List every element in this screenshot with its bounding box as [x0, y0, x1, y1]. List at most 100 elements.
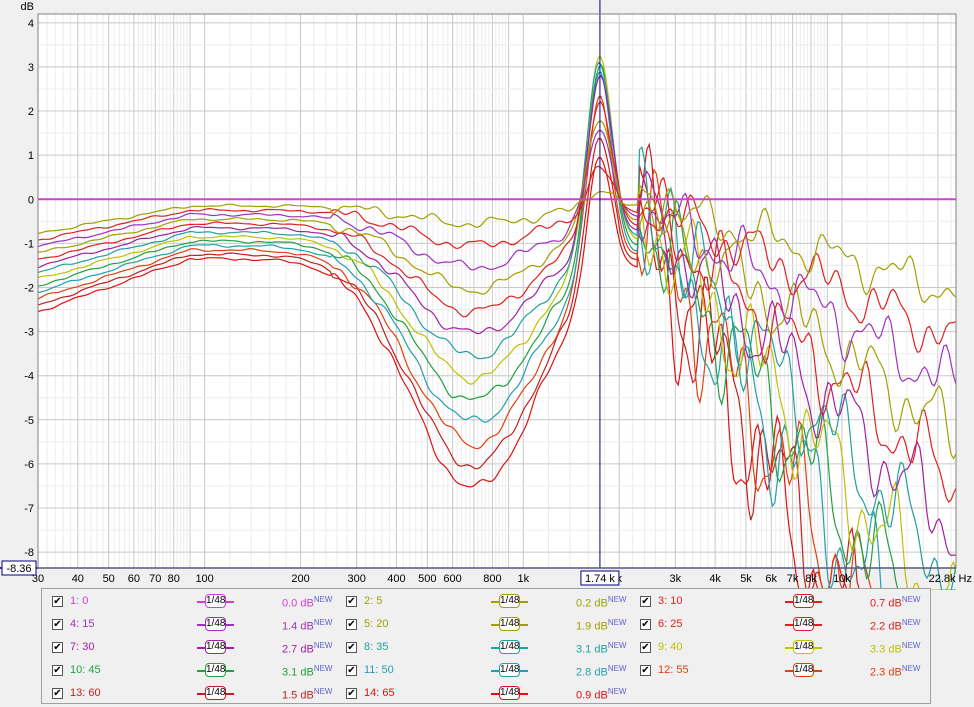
- legend-item[interactable]: ✔ 6: 25 1/48 2.2 dBNEW: [640, 615, 930, 635]
- legend-item[interactable]: ✔ 14: 65 1/48 0.9 dBNEW: [346, 684, 636, 704]
- smoothing-button[interactable]: 1/48: [783, 639, 823, 656]
- series-offset-label: 2.2 dBNEW: [870, 618, 921, 633]
- legend-line-swatch: [226, 670, 234, 672]
- smoothing-button[interactable]: 1/48: [195, 639, 235, 656]
- y-tick-label: 1: [28, 150, 34, 162]
- new-badge: NEW: [901, 664, 921, 673]
- x-tick-label: 80: [168, 573, 180, 585]
- series-offset-label: 0.0 dBNEW: [282, 595, 333, 610]
- series-checkbox[interactable]: ✔: [640, 619, 651, 630]
- legend-line-swatch: [785, 601, 793, 603]
- legend-line-swatch: [491, 601, 499, 603]
- legend-line-swatch: [491, 670, 499, 672]
- x-tick-label: 60: [128, 573, 140, 585]
- series-checkbox[interactable]: ✔: [52, 665, 63, 676]
- smoothing-button[interactable]: 1/48: [489, 662, 529, 679]
- legend-item[interactable]: ✔ 4: 15 1/48 1.4 dBNEW: [52, 615, 342, 635]
- legend-line-swatch: [226, 647, 234, 649]
- series-checkbox[interactable]: ✔: [640, 665, 651, 676]
- legend-line-swatch: [197, 647, 205, 649]
- smoothing-label: 1/48: [205, 663, 226, 677]
- series-checkbox[interactable]: ✔: [346, 665, 357, 676]
- x-tick-label: 1k: [517, 573, 529, 585]
- series-name-label: 11: 50: [364, 664, 394, 676]
- legend-item[interactable]: ✔ 9: 40 1/48 3.3 dBNEW: [640, 638, 930, 658]
- y-tick-label: 3: [28, 62, 34, 74]
- series-name-label: 4: 15: [70, 618, 95, 630]
- smoothing-button[interactable]: 1/48: [489, 616, 529, 633]
- series-offset-label: 3.3 dBNEW: [870, 641, 921, 656]
- series-offset-label: 1.5 dBNEW: [282, 687, 333, 702]
- legend-item[interactable]: ✔ 5: 20 1/48 1.9 dBNEW: [346, 615, 636, 635]
- x-tick-label: 40: [72, 573, 84, 585]
- legend-item[interactable]: ✔ 8: 35 1/48 3.1 dBNEW: [346, 638, 636, 658]
- smoothing-button[interactable]: 1/48: [489, 593, 529, 610]
- series-checkbox[interactable]: ✔: [346, 642, 357, 653]
- series-checkbox[interactable]: ✔: [640, 596, 651, 607]
- series-checkbox[interactable]: ✔: [52, 688, 63, 699]
- legend-line-swatch: [226, 693, 234, 695]
- legend-item[interactable]: ✔ 3: 10 1/48 0.7 dBNEW: [640, 592, 930, 612]
- series-name-label: 2: 5: [364, 595, 383, 607]
- x-tick-label: 200: [291, 573, 309, 585]
- legend-item[interactable]: ✔ 11: 50 1/48 2.8 dBNEW: [346, 661, 636, 681]
- series-checkbox[interactable]: ✔: [346, 596, 357, 607]
- x-tick-label: 10k: [833, 573, 851, 585]
- legend-item[interactable]: ✔ 12: 55 1/48 2.3 dBNEW: [640, 661, 930, 681]
- smoothing-label: 1/48: [499, 617, 520, 631]
- smoothing-button[interactable]: 1/48: [195, 616, 235, 633]
- y-tick-label: -6: [24, 459, 34, 471]
- legend-line-swatch: [520, 693, 528, 695]
- legend-item[interactable]: ✔ 10: 45 1/48 3.1 dBNEW: [52, 661, 342, 681]
- y-tick-label: 0: [28, 194, 34, 206]
- new-badge: NEW: [901, 641, 921, 650]
- x-tick-label: 70: [149, 573, 161, 585]
- smoothing-button[interactable]: 1/48: [195, 662, 235, 679]
- legend-line-swatch: [226, 624, 234, 626]
- y-tick-label: -2: [24, 282, 34, 294]
- legend-line-swatch: [520, 624, 528, 626]
- legend-line-swatch: [197, 624, 205, 626]
- legend-item[interactable]: ✔ 2: 5 1/48 0.2 dBNEW: [346, 592, 636, 612]
- x-tick-label: 3k: [670, 573, 682, 585]
- series-offset-label: 1.4 dBNEW: [282, 618, 333, 633]
- series-checkbox[interactable]: ✔: [52, 642, 63, 653]
- series-checkbox[interactable]: ✔: [52, 596, 63, 607]
- smoothing-button[interactable]: 1/48: [783, 616, 823, 633]
- smoothing-label: 1/48: [205, 594, 226, 608]
- smoothing-button[interactable]: 1/48: [195, 685, 235, 702]
- series-offset-label: 2.7 dBNEW: [282, 641, 333, 656]
- series-name-label: 13: 60: [70, 687, 101, 699]
- x-tick-label: 300: [347, 573, 365, 585]
- legend-line-swatch: [785, 647, 793, 649]
- series-checkbox[interactable]: ✔: [52, 619, 63, 630]
- series-offset-label: 0.7 dBNEW: [870, 595, 921, 610]
- cursor-x-readout: 1.74 k: [585, 573, 615, 585]
- legend-line-swatch: [814, 624, 822, 626]
- smoothing-label: 1/48: [205, 617, 226, 631]
- smoothing-button[interactable]: 1/48: [783, 593, 823, 610]
- legend-line-swatch: [814, 670, 822, 672]
- plot-svg[interactable]: 43210-1-2-3-4-5-6-7-8dB30 40 50 60 70 80 100 20…: [0, 0, 974, 590]
- series-checkbox[interactable]: ✔: [346, 688, 357, 699]
- legend-line-swatch: [197, 670, 205, 672]
- y-tick-label: -4: [24, 371, 34, 383]
- legend-item[interactable]: ✔ 13: 60 1/48 1.5 dBNEW: [52, 684, 342, 704]
- legend-item[interactable]: ✔ 1: 0 1/48 0.0 dBNEW: [52, 592, 342, 612]
- series-checkbox[interactable]: ✔: [346, 619, 357, 630]
- series-name-label: 7: 30: [70, 641, 95, 653]
- frequency-response-plot[interactable]: 4 3 2 1 0 -1 -2 -3 -4 -5 -6 -7 -8 dB 30 40 50 60 70 80 100 20…: [0, 0, 974, 590]
- smoothing-button[interactable]: 1/48: [489, 685, 529, 702]
- new-badge: NEW: [313, 618, 333, 627]
- legend-item[interactable]: ✔ 7: 30 1/48 2.7 dBNEW: [52, 638, 342, 658]
- smoothing-button[interactable]: 1/48: [783, 662, 823, 679]
- legend-line-swatch: [785, 624, 793, 626]
- series-checkbox[interactable]: ✔: [640, 642, 651, 653]
- series-offset-label: 3.1 dBNEW: [282, 664, 333, 679]
- legend-line-swatch: [197, 601, 205, 603]
- smoothing-button[interactable]: 1/48: [195, 593, 235, 610]
- smoothing-button[interactable]: 1/48: [489, 639, 529, 656]
- plot-group: 43210-1-2-3-4-5-6-7-8dB30 40 50 60 70 80 100 20…: [0, 0, 972, 590]
- series-name-label: 6: 25: [658, 618, 683, 630]
- series-name-label: 1: 0: [70, 595, 89, 607]
